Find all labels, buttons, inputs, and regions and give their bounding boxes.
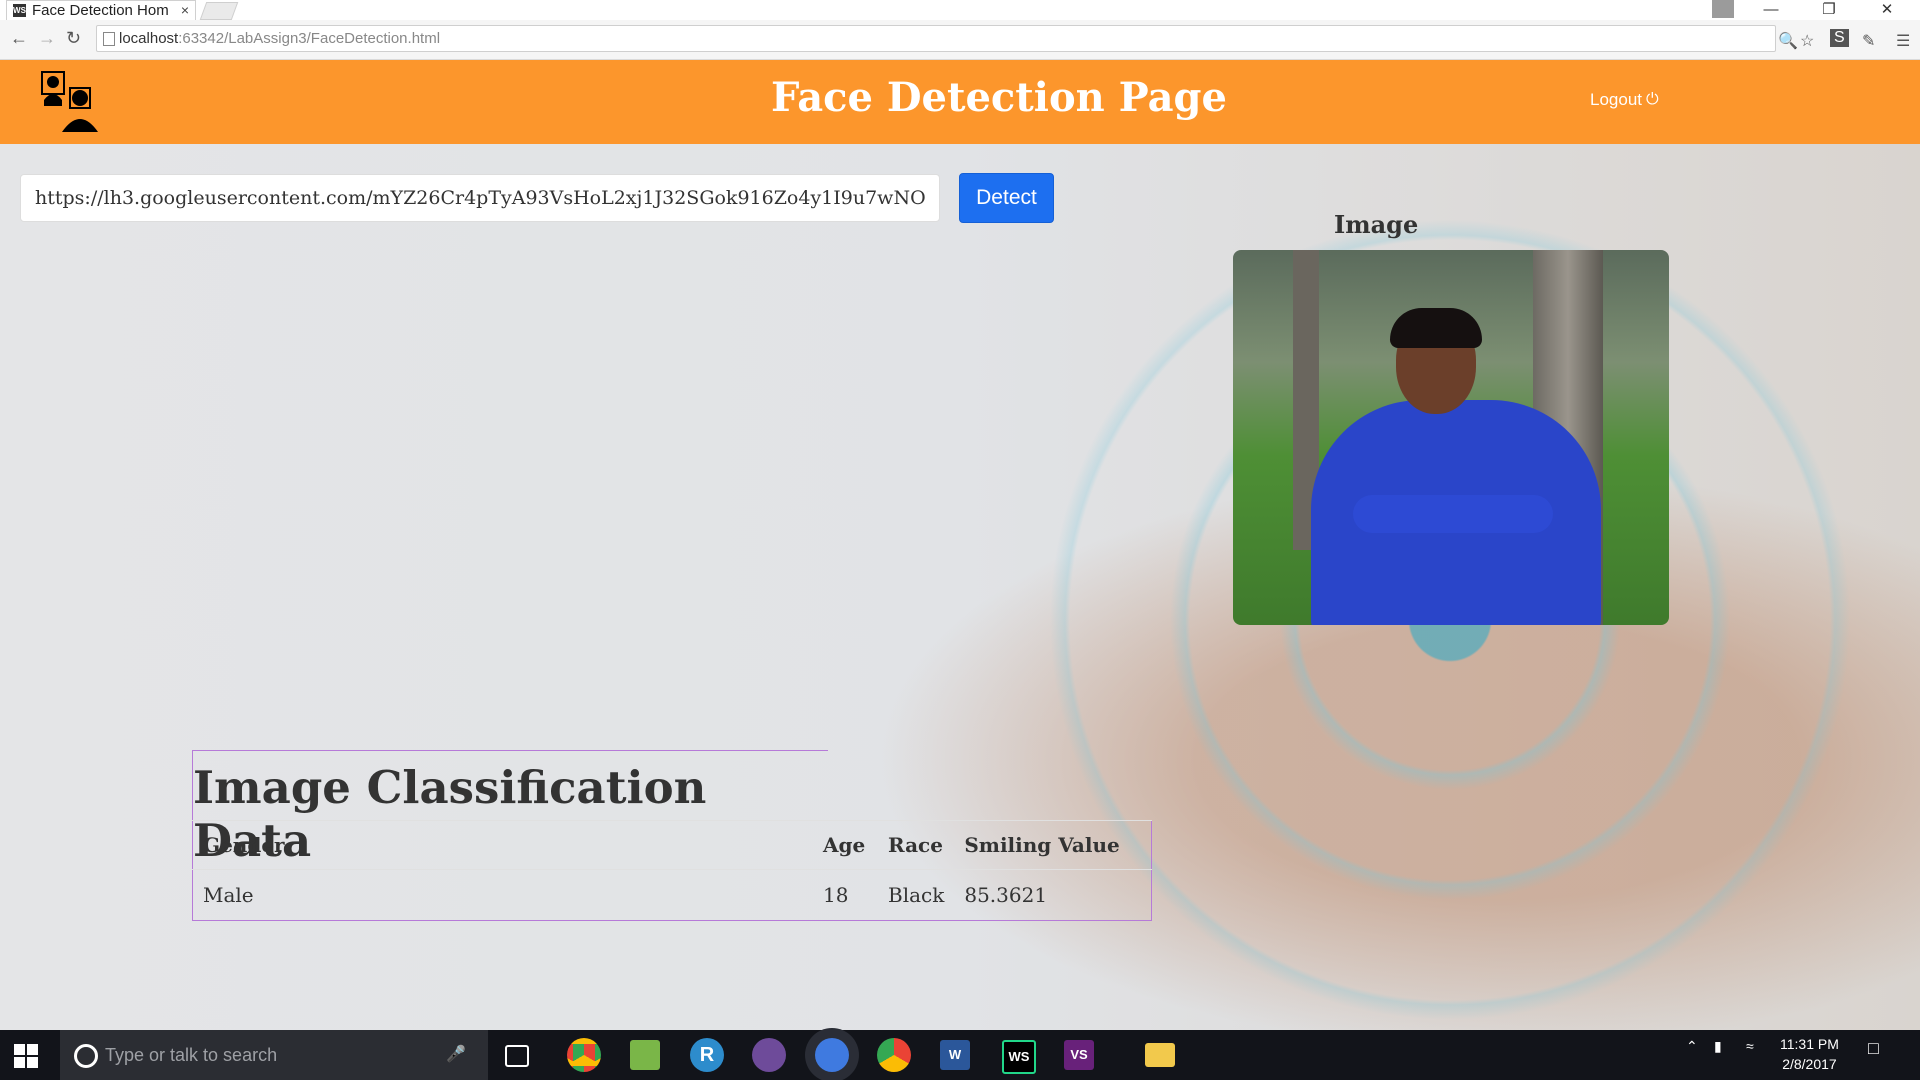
github-app-icon[interactable] bbox=[752, 1038, 786, 1072]
microphone-icon[interactable]: 🎤 bbox=[446, 1030, 466, 1080]
extension-icon[interactable]: ✎ bbox=[1862, 31, 1875, 51]
minimize-button[interactable]: — bbox=[1748, 0, 1794, 20]
new-tab-button[interactable] bbox=[199, 2, 239, 20]
chrome-app-icon[interactable] bbox=[567, 1038, 601, 1072]
battery-icon[interactable]: ▮ bbox=[1714, 1038, 1722, 1055]
bookmark-star-icon[interactable]: ☆ bbox=[1800, 31, 1814, 51]
zoom-icon[interactable]: 🔍 bbox=[1778, 31, 1798, 51]
reload-icon[interactable]: ↻ bbox=[66, 28, 81, 49]
profile-icon[interactable] bbox=[1712, 0, 1734, 18]
restore-button[interactable]: ❐ bbox=[1806, 0, 1852, 20]
back-icon[interactable]: ← bbox=[10, 28, 28, 49]
app-header: Face Detection Page Logout ⏻ bbox=[0, 60, 1920, 144]
clock-date: 2/8/2017 bbox=[1782, 1056, 1837, 1072]
image-url-input[interactable] bbox=[20, 174, 940, 222]
image-heading: Image bbox=[1334, 210, 1419, 239]
bluestacks-app-icon[interactable] bbox=[630, 1040, 660, 1070]
task-view-icon[interactable] bbox=[505, 1045, 529, 1067]
close-window-button[interactable]: ✕ bbox=[1864, 0, 1910, 20]
extension-s-icon[interactable]: S bbox=[1830, 29, 1849, 47]
visual-studio-app-icon[interactable]: VS bbox=[1064, 1040, 1094, 1070]
logout-link[interactable]: Logout ⏻ bbox=[1590, 90, 1659, 110]
chrome-canary-app-icon[interactable] bbox=[815, 1038, 849, 1072]
r-studio-app-icon[interactable]: R bbox=[690, 1038, 724, 1072]
power-icon: ⏻ bbox=[1646, 91, 1659, 108]
search-placeholder: Type or talk to search bbox=[105, 1045, 278, 1065]
classification-table: Gender Age Race Smiling Value Male 18 Bl… bbox=[192, 820, 1152, 921]
cell-gender: Male bbox=[203, 883, 254, 907]
detected-person-photo bbox=[1233, 250, 1669, 625]
tray-chevron-icon[interactable]: ⌃ bbox=[1686, 1038, 1698, 1055]
forward-icon[interactable]: → bbox=[38, 28, 56, 49]
clock-time: 11:31 PM bbox=[1780, 1036, 1839, 1052]
column-header-race: Race bbox=[878, 820, 955, 870]
tab-title: Face Detection Hom bbox=[32, 2, 169, 19]
url-path: :63342/LabAssign3/FaceDetection.html bbox=[178, 30, 441, 47]
url-host: localhost bbox=[119, 30, 179, 47]
address-bar[interactable]: localhost:63342/LabAssign3/FaceDetection… bbox=[96, 25, 1776, 52]
taskbar-search-box[interactable]: Type or talk to search 🎤 bbox=[60, 1030, 488, 1080]
cell-race: Black bbox=[888, 883, 945, 907]
word-app-icon[interactable]: W bbox=[940, 1040, 970, 1070]
browser-titlebar: WS Face Detection Hom × — ❐ ✕ bbox=[0, 0, 1920, 20]
wifi-icon[interactable]: ≈ bbox=[1746, 1038, 1754, 1054]
taskbar-clock[interactable]: 11:31 PM 2/8/2017 bbox=[1780, 1034, 1839, 1074]
browser-toolbar: ← → ↻ localhost:63342/LabAssign3/FaceDet… bbox=[0, 20, 1920, 60]
cell-age: 18 bbox=[823, 883, 849, 907]
browser-tab[interactable]: WS Face Detection Hom × bbox=[6, 0, 196, 20]
windows-taskbar: Type or talk to search 🎤 R W WS VS ⌃ ▮ ≈… bbox=[0, 1030, 1920, 1080]
column-header-age: Age bbox=[813, 820, 878, 870]
table-header-row: Gender Age Race Smiling Value bbox=[192, 820, 1152, 870]
detect-button[interactable]: Detect bbox=[959, 173, 1054, 223]
column-header-smiling-value: Smiling Value bbox=[954, 820, 1152, 870]
page-content: Face Detection Page Logout ⏻ Detect Imag… bbox=[0, 60, 1920, 1030]
cell-smiling-value: 85.3621 bbox=[964, 883, 1048, 907]
page-icon bbox=[103, 32, 115, 46]
action-center-icon[interactable]: □ bbox=[1868, 1038, 1879, 1059]
tab-close-icon[interactable]: × bbox=[181, 2, 189, 18]
logout-label: Logout bbox=[1590, 90, 1642, 109]
start-button[interactable] bbox=[14, 1044, 38, 1068]
table-row: Male 18 Black 85.3621 bbox=[193, 870, 1152, 921]
file-explorer-app-icon[interactable] bbox=[1145, 1043, 1175, 1067]
webstorm-app-icon[interactable]: WS bbox=[1002, 1040, 1036, 1074]
menu-icon[interactable]: ☰ bbox=[1896, 31, 1910, 51]
cortana-icon bbox=[74, 1044, 98, 1068]
webstorm-favicon-icon: WS bbox=[13, 4, 26, 17]
chrome-app-icon-2[interactable] bbox=[877, 1038, 911, 1072]
column-header-gender: Gender bbox=[192, 820, 813, 870]
